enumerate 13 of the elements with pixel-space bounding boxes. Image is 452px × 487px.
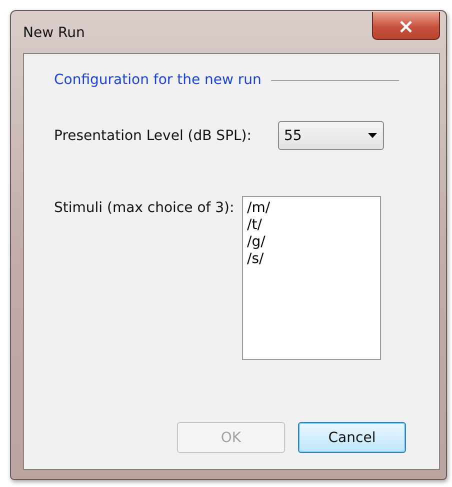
dialog-button[interactable]: Cancel [298, 422, 406, 453]
list-item[interactable]: /m/ [247, 200, 376, 217]
level-dropdown[interactable]: 55 [278, 121, 384, 150]
field-label: Presentation Level (dB SPL): [54, 128, 252, 144]
group-title: Configuration for the new run [54, 72, 262, 88]
list-item[interactable]: /s/ [247, 251, 376, 268]
caret-icon [368, 133, 377, 138]
list-item[interactable]: /t/ [247, 217, 376, 234]
field-label: Stimuli (max choice of 3): [54, 200, 236, 216]
stimuli-listbox[interactable]: /m/ /t/ /g/ /s/ [242, 196, 381, 360]
window-title: New Run [23, 25, 85, 41]
close-button[interactable]: × [372, 12, 440, 40]
list-item[interactable]: /g/ [247, 234, 376, 251]
